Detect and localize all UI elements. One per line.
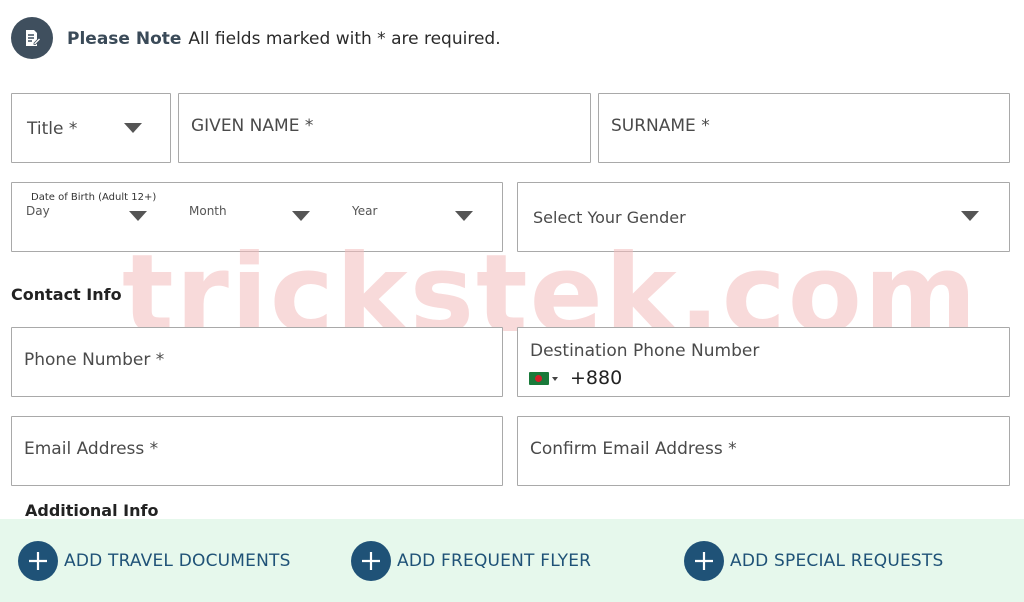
dial-code: +880 <box>570 367 623 389</box>
chevron-down-icon <box>961 211 979 221</box>
required-note: Please Note All fields marked with * are … <box>67 29 501 49</box>
chevron-down-icon[interactable] <box>552 377 558 381</box>
chevron-down-icon <box>455 211 473 221</box>
chevron-down-icon <box>129 211 147 221</box>
add-frequent-flyer-button[interactable]: ADD FREQUENT FLYER <box>351 541 591 581</box>
note-text: All fields marked with * are required. <box>188 29 501 49</box>
email-placeholder: Email Address * <box>24 439 159 459</box>
dob-day-placeholder: Day <box>26 204 50 218</box>
add-travel-documents-label: ADD TRAVEL DOCUMENTS <box>64 551 291 571</box>
additional-actions-bar: ADD TRAVEL DOCUMENTS ADD FREQUENT FLYER … <box>0 519 1024 602</box>
dob-year-select[interactable]: Year <box>340 183 502 251</box>
surname-input[interactable]: SURNAME * <box>598 93 1010 163</box>
add-frequent-flyer-label: ADD FREQUENT FLYER <box>397 551 592 571</box>
gender-placeholder: Select Your Gender <box>533 208 686 227</box>
title-placeholder: Title * <box>27 119 78 139</box>
plus-icon <box>684 541 724 581</box>
email-input[interactable]: Email Address * <box>11 416 503 486</box>
add-travel-documents-button[interactable]: ADD TRAVEL DOCUMENTS <box>18 541 291 581</box>
title-select[interactable]: Title * <box>11 93 171 163</box>
date-of-birth-group: Date of Birth (Adult 12+) Day Month Year <box>11 182 503 252</box>
chevron-down-icon <box>292 211 310 221</box>
dob-year-placeholder: Year <box>352 204 378 218</box>
dob-month-select[interactable]: Month <box>176 183 336 251</box>
plus-icon <box>351 541 391 581</box>
surname-placeholder: SURNAME * <box>611 116 710 136</box>
contact-info-heading: Contact Info <box>11 285 122 304</box>
confirm-email-placeholder: Confirm Email Address * <box>530 439 737 459</box>
bangladesh-flag-icon[interactable] <box>529 372 549 385</box>
dob-month-placeholder: Month <box>189 204 227 218</box>
note-edit-icon <box>11 17 53 59</box>
phone-number-input[interactable]: Phone Number * <box>11 327 503 397</box>
destination-phone-label: Destination Phone Number <box>530 341 760 361</box>
additional-info-heading: Additional Info <box>25 501 159 520</box>
confirm-email-input[interactable]: Confirm Email Address * <box>517 416 1010 486</box>
destination-phone-input[interactable]: Destination Phone Number +880 <box>517 327 1010 397</box>
plus-icon <box>18 541 58 581</box>
given-name-placeholder: GIVEN NAME * <box>191 116 314 136</box>
add-special-requests-button[interactable]: ADD SPECIAL REQUESTS <box>684 541 943 581</box>
add-special-requests-label: ADD SPECIAL REQUESTS <box>730 551 944 571</box>
gender-select[interactable]: Select Your Gender <box>517 182 1010 252</box>
chevron-down-icon <box>124 123 142 133</box>
note-title: Please Note <box>67 29 182 49</box>
phone-placeholder: Phone Number * <box>24 350 165 370</box>
given-name-input[interactable]: GIVEN NAME * <box>178 93 591 163</box>
dob-day-select[interactable]: Day <box>12 183 172 251</box>
